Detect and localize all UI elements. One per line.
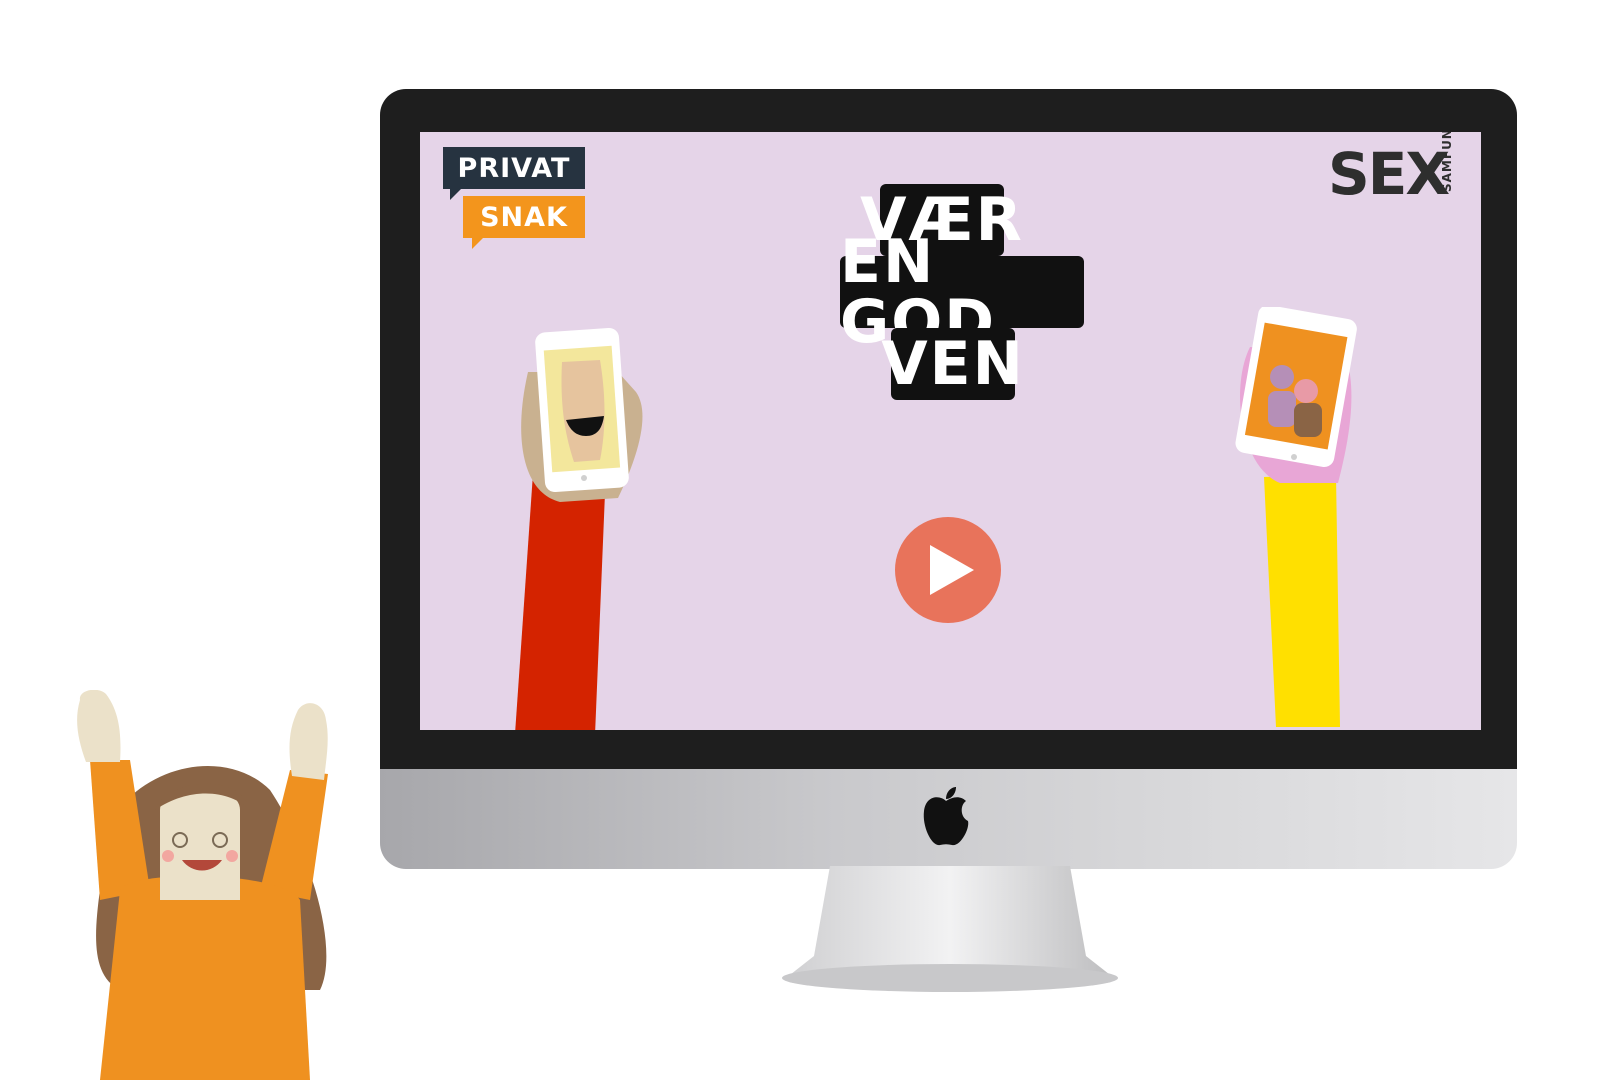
play-button[interactable] bbox=[895, 517, 1001, 623]
right-hand-phone-illustration bbox=[1235, 307, 1357, 727]
privat-speech-tail bbox=[450, 188, 462, 200]
video-screen: PRIVAT SNAK SEX SAMFUND VÆR EN GOD VEN bbox=[420, 132, 1481, 730]
monitor-stand bbox=[782, 866, 1118, 992]
privat-snak-logo-line2: SNAK bbox=[463, 196, 585, 238]
sex-samfund-logo-sub: SAMFUND bbox=[1440, 132, 1454, 192]
sex-samfund-logo-word: SEX bbox=[1328, 140, 1450, 208]
apple-logo-icon bbox=[923, 787, 969, 846]
title-line-2: EN GOD bbox=[840, 232, 1084, 352]
snak-speech-tail bbox=[472, 237, 484, 249]
play-icon bbox=[930, 545, 974, 595]
title-line-3: VEN bbox=[881, 328, 1025, 400]
cheering-character-illustration bbox=[77, 690, 328, 1080]
privat-snak-logo-line1: PRIVAT bbox=[443, 147, 585, 189]
left-hand-phone-illustration bbox=[515, 327, 643, 730]
